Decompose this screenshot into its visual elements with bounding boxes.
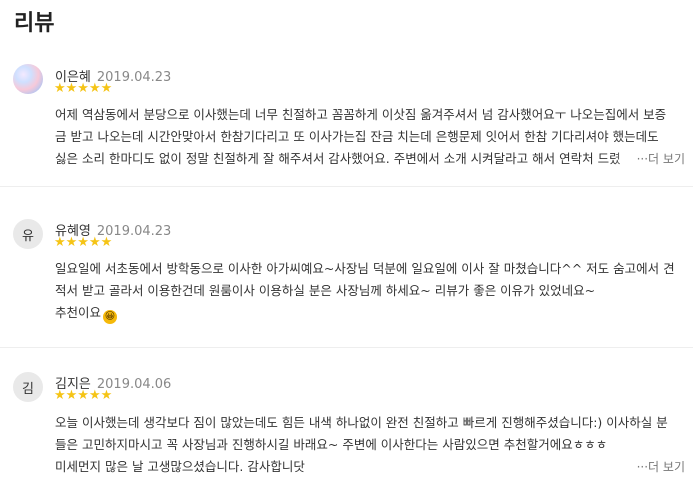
avatar: 유: [13, 219, 43, 249]
review-text: 어제 역삼동에서 분당으로 이사했는데 너무 친절하고 꼼꼼하게 이삿짐 옮겨주…: [55, 104, 685, 170]
section-title: 리뷰: [14, 11, 55, 36]
more-link[interactable]: ···더 보기: [612, 148, 685, 170]
review-line: 적서 받고 골라서 이용한건데 원룸이사 이용하실 분은 사장님께 하세요~ 리…: [55, 283, 596, 298]
review-text: 일요일에 서초동에서 방학동으로 이사한 아가씨예요~사장님 덕분에 일요일에 …: [55, 258, 685, 324]
avatar: 김: [13, 372, 43, 402]
review-line: 싫은 소리 한마디도 없이 정말 친절하게 잘 해주셔서 감사했어요. 주변에서…: [55, 151, 621, 166]
review-line: 어제 역삼동에서 분당으로 이사했는데 너무 친절하고 꼼꼼하게 이삿짐 옮겨주…: [55, 107, 667, 122]
more-link[interactable]: ···더 보기: [612, 456, 685, 478]
star-rating: ★★★★★: [54, 235, 113, 250]
grinning-emoji-icon: 😀: [103, 310, 118, 324]
review-line: 오늘 이사했는데 생각보다 짐이 많았는데도 힘든 내색 하나없이 완전 친절하…: [55, 415, 668, 430]
divider: [0, 347, 693, 348]
divider: [0, 186, 693, 187]
review-line: 추천이요: [55, 305, 102, 320]
star-rating: ★★★★★: [54, 388, 113, 403]
review-line: 미세먼지 많은 날 고생많으셨습니다. 감사합니닷: [55, 459, 305, 474]
review-text: 오늘 이사했는데 생각보다 짐이 많았는데도 힘든 내색 하나없이 완전 친절하…: [55, 412, 685, 478]
avatar: [13, 64, 43, 94]
star-rating: ★★★★★: [54, 81, 113, 96]
review-line: 금 받고 나오는데 시간안맞아서 한참기다리고 또 이사가는집 잔금 치는데 은…: [55, 129, 659, 144]
review-line: 들은 고민하지마시고 꼭 사장님과 진행하시길 바래요~ 주변에 이사한다는 사…: [55, 437, 608, 452]
review-line: 일요일에 서초동에서 방학동으로 이사한 아가씨예요~사장님 덕분에 일요일에 …: [55, 261, 675, 276]
